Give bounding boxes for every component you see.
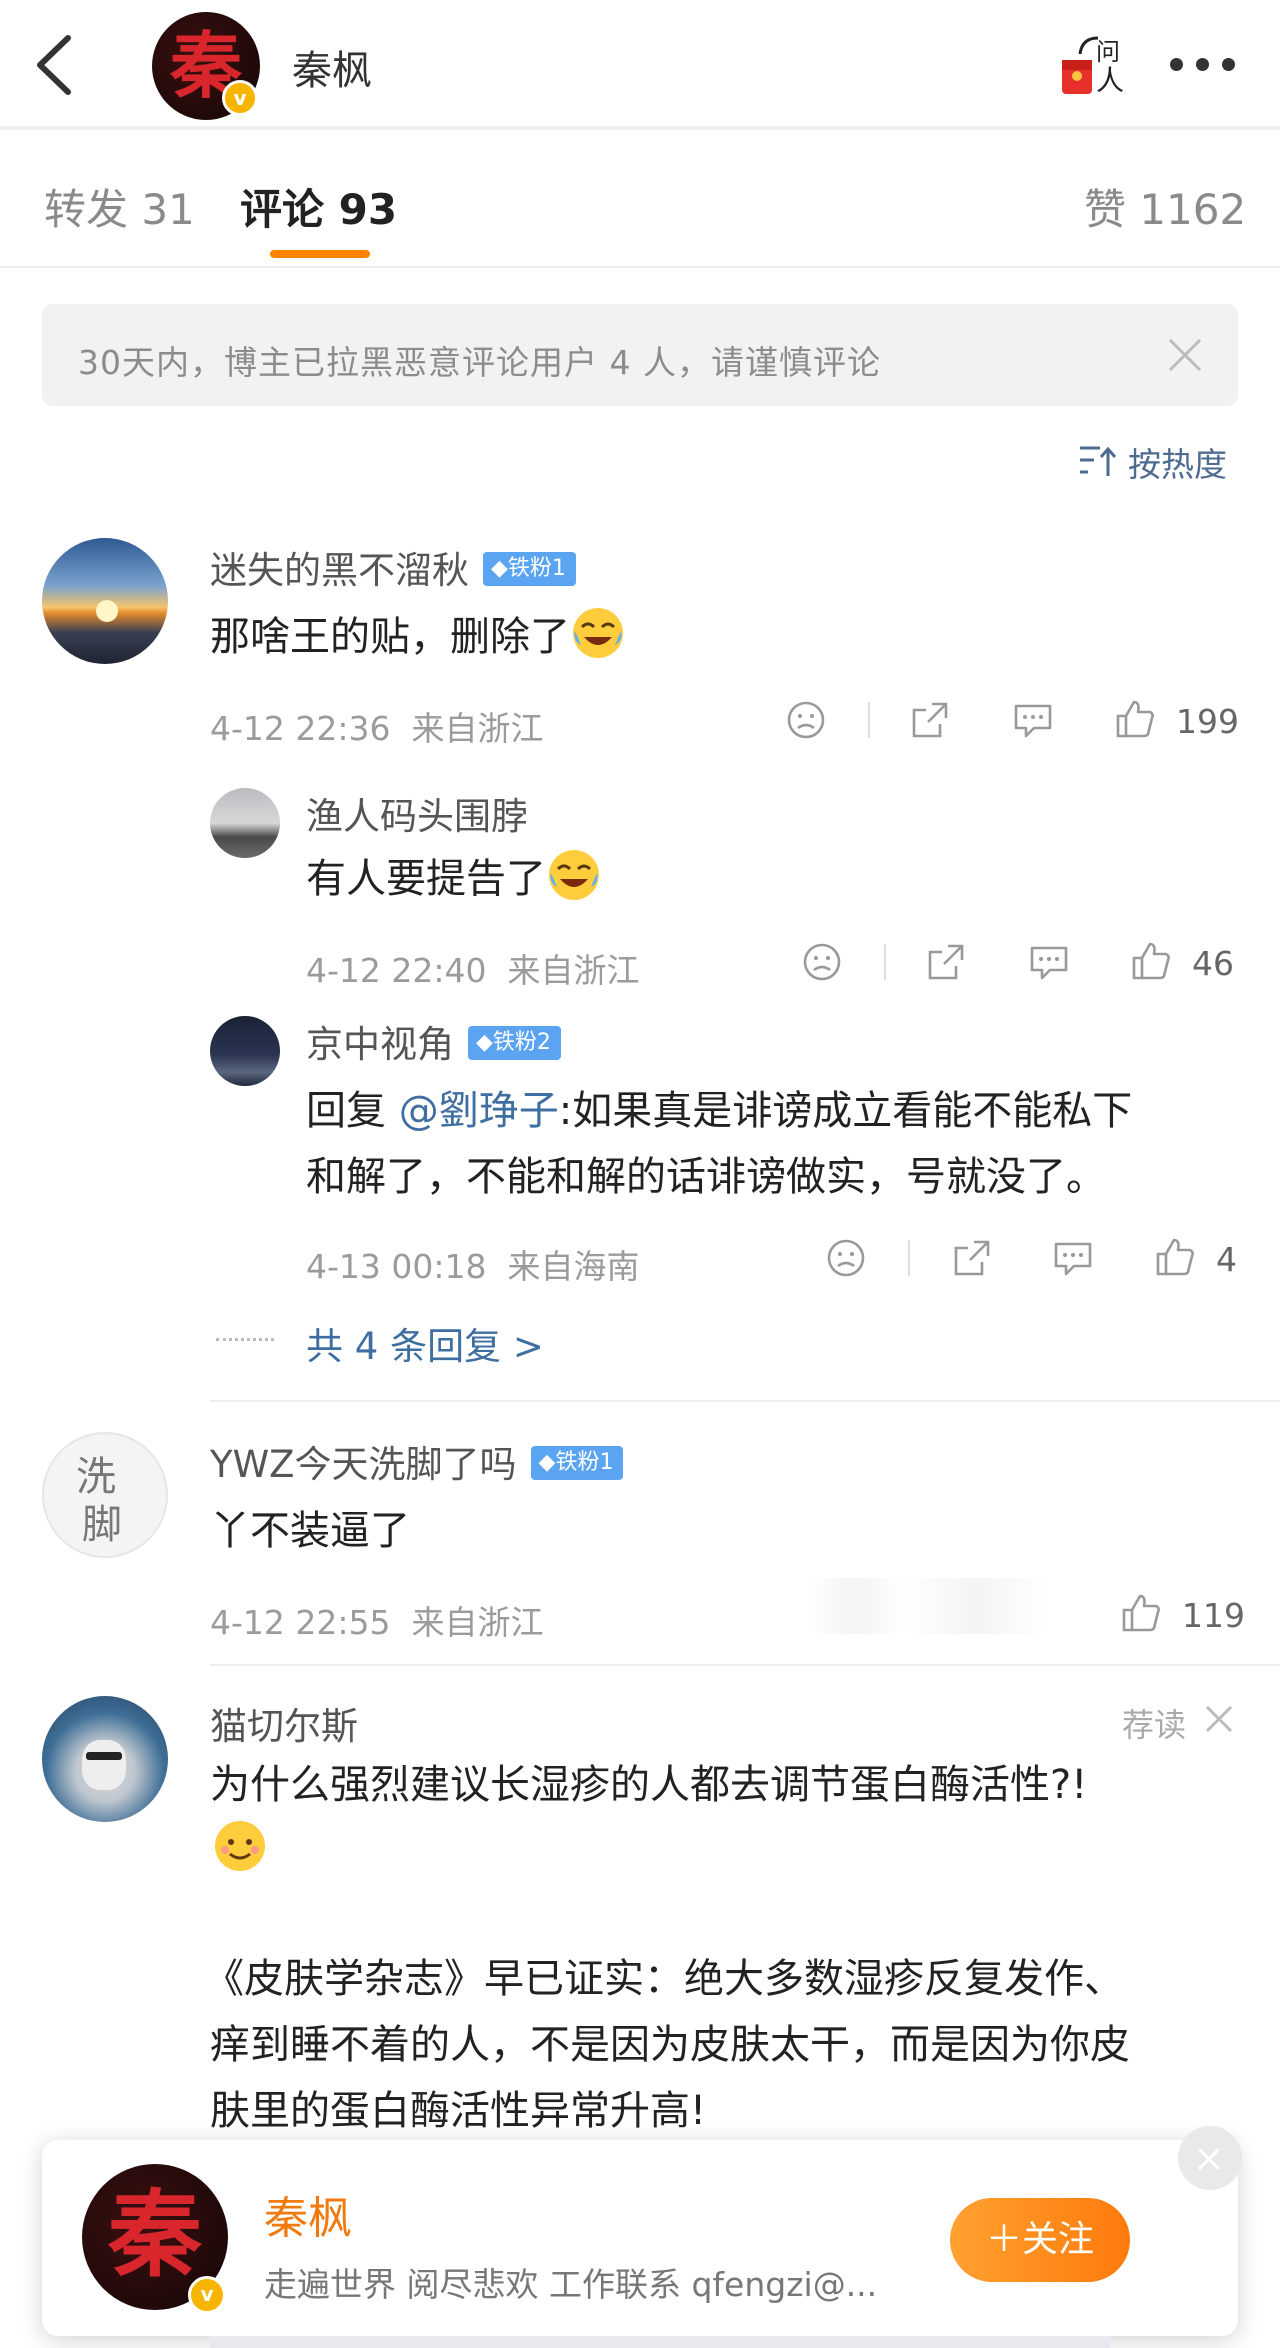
reply-text-body: 有人要提告了 <box>306 856 546 902</box>
comment-location: 来自浙江 <box>411 1603 544 1642</box>
card-author-desc: 走遍世界 阅尽悲欢 工作联系 qfengzi@... <box>264 2265 878 2304</box>
blocked-users-notice: 30天内，博主已拉黑恶意评论用户 4 人，请谨慎评论 <box>42 304 1238 406</box>
back-icon[interactable] <box>30 30 80 100</box>
reply-text-line2: 和解了，不能和解的话诽谤做实，号就没了。 <box>306 1154 1106 1200</box>
tab-comments[interactable]: 评论 93 <box>240 176 397 237</box>
active-tab-indicator <box>270 250 370 258</box>
reply-prefix: 回复 <box>306 1088 399 1134</box>
comment-username[interactable]: 迷失的黑不溜秋 ◆铁粉1 <box>210 540 576 594</box>
comment-text: 痒到睡不着的人，不是因为皮肤太干，而是因为你皮 <box>210 2022 1130 2068</box>
author-name[interactable]: 秦枫 <box>292 38 372 96</box>
fan-badge: ◆铁粉2 <box>468 1025 561 1060</box>
verified-icon: v <box>188 2276 226 2314</box>
more-replies-label: 共 4 条回复 > <box>306 1325 544 1368</box>
laugh-cry-emoji <box>549 850 599 900</box>
close-icon[interactable] <box>1166 336 1204 374</box>
like-count: 4 <box>1216 1240 1237 1279</box>
like-count: 119 <box>1182 1596 1245 1635</box>
reply-meta: 4-13 00:18 来自海南 <box>306 1240 639 1288</box>
like-count: 199 <box>1176 702 1239 741</box>
divider <box>210 1400 1280 1402</box>
separator <box>908 1240 910 1276</box>
comment-location: 来自浙江 <box>411 709 544 748</box>
share-icon[interactable] <box>926 942 968 982</box>
sort-label: 按热度 <box>1128 445 1227 484</box>
reply-text: 有人要提告了 <box>306 846 602 912</box>
follow-button[interactable]: ＋关注 <box>950 2198 1130 2282</box>
notice-text: 30天内，博主已拉黑恶意评论用户 4 人，请谨慎评论 <box>78 343 881 382</box>
faded-actions <box>808 1578 1048 1634</box>
comment-icon[interactable] <box>1052 1238 1094 1278</box>
fan-badge: ◆铁粉1 <box>530 1445 624 1480</box>
ask-label-bottom: 人 <box>1096 64 1124 97</box>
close-icon[interactable] <box>1178 2126 1242 2190</box>
like-icon[interactable] <box>1114 698 1156 740</box>
comment-avatar[interactable] <box>42 538 168 664</box>
more-icon[interactable] <box>1170 58 1236 72</box>
divider <box>210 1664 1280 1666</box>
dislike-icon[interactable] <box>826 1238 866 1278</box>
comment-meta: 4-12 22:55 来自浙江 <box>210 1596 543 1644</box>
verified-icon: v <box>222 80 258 116</box>
username-text: 迷失的黑不溜秋 <box>210 549 469 592</box>
ask-icon[interactable]: 问 人 <box>1058 30 1128 100</box>
laugh-cry-emoji <box>573 608 623 658</box>
follow-card: 秦 v 秦枫 走遍世界 阅尽悲欢 工作联系 qfengzi@... ＋关注 <box>42 2126 1242 2336</box>
top-bar: 秦 v 秦枫 问 人 <box>0 0 1280 130</box>
share-icon[interactable] <box>910 700 952 740</box>
reply-location: 来自浙江 <box>507 951 640 990</box>
comment-text: 那啥王的贴，删除了 <box>210 604 626 670</box>
content-below <box>210 2336 1110 2348</box>
reply-text: 回复 @劉琤子:如果真是诽谤成立看能不能私下和解了，不能和解的话诽谤做实，号就没… <box>306 1078 1132 1210</box>
comment-text: 肤里的蛋白酶活性异常升高! <box>210 2088 707 2134</box>
reply-text-line1: :如果真是诽谤成立看能不能私下 <box>558 1088 1133 1134</box>
comment-text-body: 那啥王的贴，删除了 <box>210 614 570 660</box>
username-text: YWZ今天洗脚了吗 <box>210 1443 517 1486</box>
comment-text: 《皮肤学杂志》早已证实：绝大多数湿疹反复发作、 <box>204 1956 1124 2002</box>
share-icon[interactable] <box>952 1238 994 1278</box>
dotted-line <box>216 1338 274 1341</box>
comment-icon[interactable] <box>1012 700 1054 740</box>
comment-icon[interactable] <box>1028 942 1070 982</box>
comment-username[interactable]: 猫切尔斯 <box>210 1696 358 1750</box>
comment-text: 为什么强烈建议长湿疹的人都去调节蛋白酶活性?! <box>210 1762 1088 1808</box>
recommend-label: 荐读 <box>1122 1706 1187 1744</box>
sort-icon <box>1080 446 1117 476</box>
username-text: 京中视角 <box>306 1023 454 1066</box>
comment-text: 丫不装逼了 <box>210 1508 410 1554</box>
like-icon[interactable] <box>1120 1592 1162 1634</box>
tab-bar: 转发 31 评论 93 赞 1162 <box>0 134 1280 268</box>
reply-username[interactable]: 渔人码头围脖 <box>306 786 528 840</box>
smile-emoji <box>215 1821 265 1871</box>
fan-badge: ◆铁粉1 <box>483 551 576 586</box>
reply-avatar[interactable] <box>210 788 280 858</box>
separator <box>884 944 886 980</box>
dislike-icon[interactable] <box>802 942 842 982</box>
reply-time: 4-13 00:18 <box>306 1247 487 1286</box>
like-icon[interactable] <box>1130 940 1172 982</box>
seal-logo: 秦 <box>107 2180 202 2290</box>
tab-reposts[interactable]: 转发 31 <box>44 176 195 237</box>
card-author-name[interactable]: 秦枫 <box>264 2182 352 2246</box>
like-icon[interactable] <box>1154 1236 1196 1278</box>
separator <box>868 702 870 738</box>
close-icon[interactable] <box>1204 1704 1234 1734</box>
comment-avatar[interactable]: 洗 脚 <box>42 1432 168 1558</box>
comment-avatar[interactable] <box>42 1696 168 1822</box>
reply-meta: 4-12 22:40 来自浙江 <box>306 944 639 992</box>
comment-time: 4-12 22:36 <box>210 709 391 748</box>
mention-link[interactable]: @劉琤子 <box>399 1088 559 1134</box>
ask-label-top: 问 <box>1096 38 1120 66</box>
comment-username[interactable]: YWZ今天洗脚了吗 ◆铁粉1 <box>210 1434 624 1488</box>
comment-time: 4-12 22:55 <box>210 1603 391 1642</box>
dislike-icon[interactable] <box>786 700 826 740</box>
tab-likes[interactable]: 赞 1162 <box>1084 176 1246 237</box>
comment-meta: 4-12 22:36 来自浙江 <box>210 702 543 750</box>
reply-location: 来自海南 <box>507 1247 640 1286</box>
like-count: 46 <box>1192 944 1234 983</box>
reply-avatar[interactable] <box>210 1016 280 1086</box>
reply-username[interactable]: 京中视角 ◆铁粉2 <box>306 1014 561 1068</box>
avatar-text: 脚 <box>82 1502 122 1548</box>
reply-time: 4-12 22:40 <box>306 951 487 990</box>
